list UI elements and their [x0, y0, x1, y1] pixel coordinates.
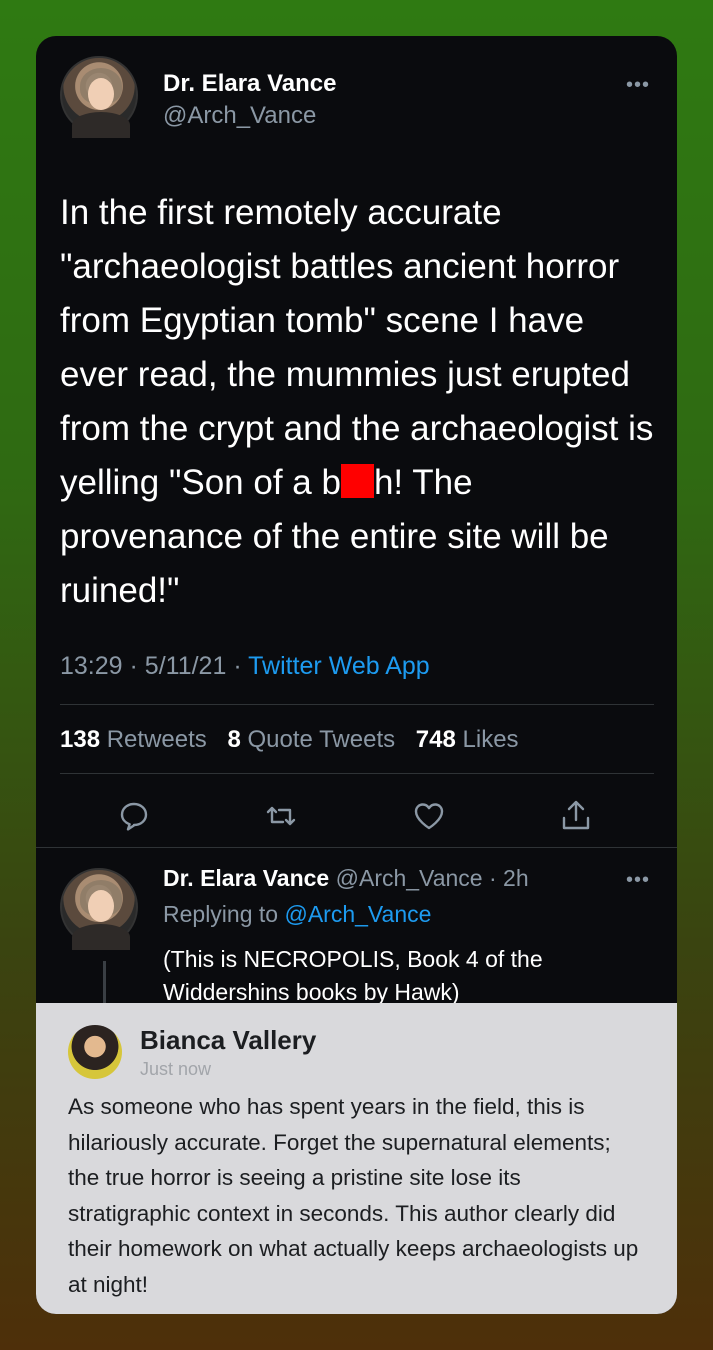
comment-overlay: Bianca Vallery Just now As someone who h… [36, 1003, 677, 1314]
tweet-text-before: In the first remotely accurate "archaeol… [60, 193, 654, 502]
separator: · [482, 865, 504, 891]
commenter-avatar[interactable] [68, 1025, 122, 1079]
redaction-box [340, 464, 374, 498]
more-options-icon[interactable]: ••• [626, 74, 650, 97]
reply-author-name[interactable]: Dr. Elara Vance [163, 865, 329, 891]
retweet-icon[interactable] [261, 796, 301, 836]
tweet-card: Dr. Elara Vance @Arch_Vance ••• In the f… [36, 36, 677, 1314]
reply-author-handle[interactable]: @Arch_Vance [336, 865, 483, 891]
tweet-time: 13:29 [60, 652, 123, 680]
likes-stat[interactable]: 748 Likes [416, 726, 519, 753]
retweets-stat[interactable]: 138 Retweets [60, 726, 207, 753]
reply-more-options-icon[interactable]: ••• [626, 869, 650, 892]
share-icon[interactable] [556, 796, 596, 836]
comment-text: As someone who has spent years in the fi… [68, 1094, 639, 1297]
tweet-app-link[interactable]: Twitter Web App [248, 652, 430, 680]
author-handle[interactable]: @Arch_Vance [163, 102, 316, 130]
reply-icon[interactable] [114, 796, 154, 836]
tweet-meta: 13:29 · 5/11/21 · Twitter Web App [60, 652, 430, 681]
divider [60, 704, 654, 705]
author-avatar[interactable] [60, 56, 138, 138]
replying-to: Replying to @Arch_Vance [163, 901, 432, 927]
reply-text: (This is NECROPOLIS, Book 4 of the Widde… [163, 946, 543, 1005]
commenter-name[interactable]: Bianca Vallery [140, 1025, 316, 1056]
replying-to-handle[interactable]: @Arch_Vance [284, 901, 431, 927]
separator: · [129, 652, 138, 680]
tweet-date: 5/11/21 [144, 652, 227, 680]
tweet-text: In the first remotely accurate "archaeol… [60, 186, 660, 618]
divider [36, 847, 677, 848]
quote-tweets-stat[interactable]: 8 Quote Tweets [227, 726, 395, 753]
author-name[interactable]: Dr. Elara Vance [163, 70, 336, 98]
reply-header: Dr. Elara Vance @Arch_Vance · 2h [163, 865, 529, 892]
separator: · [233, 652, 242, 680]
divider [60, 773, 654, 774]
heart-icon[interactable] [409, 796, 449, 836]
tweet-actions [36, 796, 677, 836]
comment-time: Just now [140, 1059, 212, 1079]
reply-author-avatar[interactable] [60, 868, 138, 950]
tweet-stats: 138 Retweets 8 Quote Tweets 748 Likes [60, 726, 519, 754]
reply-age: 2h [503, 865, 529, 891]
